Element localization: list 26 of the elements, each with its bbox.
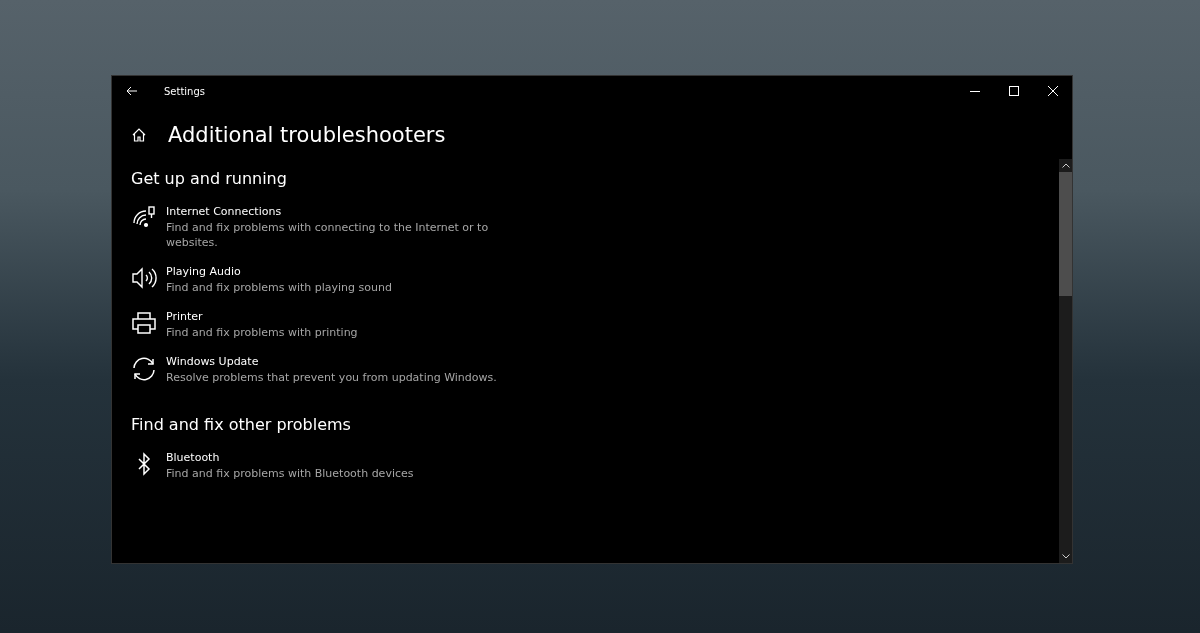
troubleshooter-link[interactable]: Printer (166, 309, 506, 325)
troubleshooter-description: Resolve problems that prevent you from updating Windows. (166, 370, 498, 385)
troubleshooter-link[interactable]: Internet Connections (166, 204, 506, 220)
section-heading: Find and fix other problems (131, 415, 352, 434)
troubleshooter-description: Find and fix problems with printing (166, 325, 359, 340)
section-heading: Get up and running (131, 169, 288, 188)
troubleshooter-description: Find and fix problems with Bluetooth devices (166, 466, 415, 481)
scroll-up-icon[interactable] (1061, 163, 1070, 168)
troubleshooter-link[interactable]: Bluetooth (166, 450, 506, 466)
close-icon (1047, 86, 1058, 96)
troubleshooter-link[interactable]: Playing Audio (166, 264, 506, 280)
window-title: Settings (164, 85, 205, 97)
scrollbar-thumb[interactable] (1059, 172, 1072, 296)
refresh-icon (131, 356, 157, 382)
troubleshooter-description: Find and fix problems with connecting to the Internet or to websites. (166, 220, 490, 250)
scrollbar[interactable] (1059, 159, 1072, 563)
printer-icon (131, 311, 157, 335)
home-icon[interactable] (131, 127, 147, 143)
troubleshooter-link[interactable]: Windows Update (166, 354, 506, 370)
scroll-down-icon[interactable] (1061, 554, 1070, 559)
maximize-icon (1008, 86, 1019, 96)
back-arrow-icon (126, 86, 138, 96)
page-title: Additional troubleshooters (168, 123, 446, 147)
speaker-icon (131, 266, 157, 290)
troubleshooter-description: Find and fix problems with playing sound (166, 280, 393, 295)
network-signal-icon (131, 206, 157, 230)
